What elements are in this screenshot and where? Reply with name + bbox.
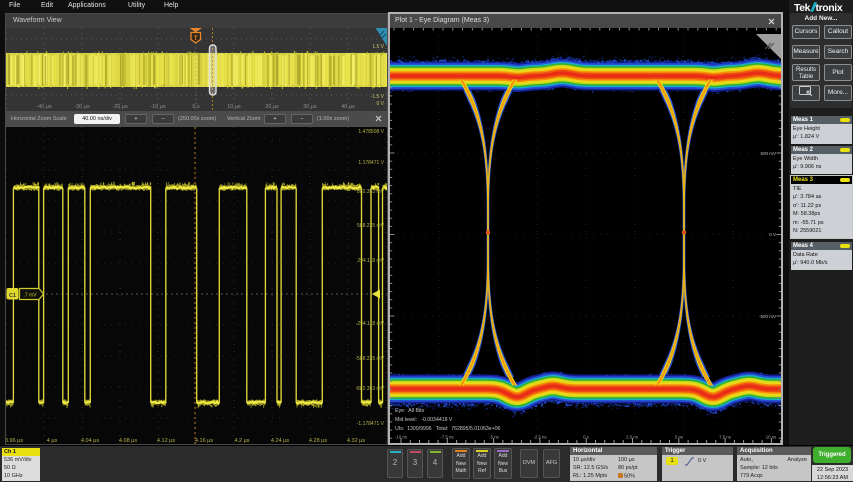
svg-text:4.32 µs: 4.32 µs [347,438,365,444]
svg-text:1.478508 V: 1.478508 V [358,129,384,135]
svg-text:0 V: 0 V [769,232,776,237]
svg-text:4.12 µs: 4.12 µs [157,438,175,444]
svg-text:1.178471 V: 1.178471 V [358,160,384,166]
svg-text:4.04 µs: 4.04 µs [81,438,99,444]
svg-text:-1.5 V: -1.5 V [371,94,385,100]
svg-text:10 ns: 10 ns [766,435,777,440]
svg-text:Eye: All Bits: Eye: All Bits [395,408,425,414]
svg-text:4.16 µs: 4.16 µs [195,438,213,444]
svg-text:-10 ns: -10 ns [395,435,407,440]
svg-text:-30 µs: -30 µs [74,104,90,110]
svg-text:-10 µs: -10 µs [150,104,166,110]
svg-text:10 µs: 10 µs [227,104,241,110]
svg-text:294.118 mV: 294.118 mV [357,258,384,264]
svg-text:30 µs: 30 µs [303,104,317,110]
svg-text:-40 µs: -40 µs [36,104,52,110]
svg-text:-5 ns: -5 ns [489,435,499,440]
svg-text:Mid level: -0.0034418 V: Mid level: -0.0034418 V [395,417,453,423]
svg-text:0 V: 0 V [376,101,384,107]
svg-text:20 µs: 20 µs [265,104,279,110]
svg-text:882.353 mV: 882.353 mV [357,189,385,195]
svg-text:4.28 µs: 4.28 µs [309,438,327,444]
svg-text:-7.5 ns: -7.5 ns [440,435,453,440]
svg-text:-20 µs: -20 µs [112,104,128,110]
svg-text:588.235 mV: 588.235 mV [357,223,385,229]
svg-text:4 µs: 4 µs [47,438,58,444]
svg-text:40 µs: 40 µs [341,104,355,110]
svg-text:5 ns: 5 ns [675,435,683,440]
svg-text:0 s: 0 s [192,104,200,110]
svg-text:-294.118 mV: -294.118 mV [356,321,385,327]
svg-text:7.5 ns: 7.5 ns [719,435,731,440]
svg-text:4.24 µs: 4.24 µs [271,438,289,444]
svg-text:-882.353 mV: -882.353 mV [355,386,384,392]
svg-text:4.2 µs: 4.2 µs [234,438,249,444]
svg-text:3.96 µs: 3.96 µs [6,438,23,444]
svg-text:C1: C1 [9,293,16,299]
svg-text:-588.235 mV: -588.235 mV [355,356,384,362]
svg-text:0 s: 0 s [583,435,589,440]
svg-text:-1.178471 V: -1.178471 V [357,421,385,427]
svg-text:.7 mV: .7 mV [23,292,37,298]
svg-text:-500 mV: -500 mV [759,314,776,319]
svg-text:T: T [194,35,198,42]
svg-text:-2.5 ns: -2.5 ns [533,435,546,440]
svg-text:UIs: 1300/9996 Total: 7628: UIs: 1300/9996 Total: 762895/5.01063e+06 [395,426,501,432]
svg-text:2.5 ns: 2.5 ns [626,435,638,440]
svg-text:4.08 µs: 4.08 µs [119,438,137,444]
svg-text:1.5 V: 1.5 V [372,44,384,50]
svg-text:500 mV: 500 mV [760,151,776,156]
